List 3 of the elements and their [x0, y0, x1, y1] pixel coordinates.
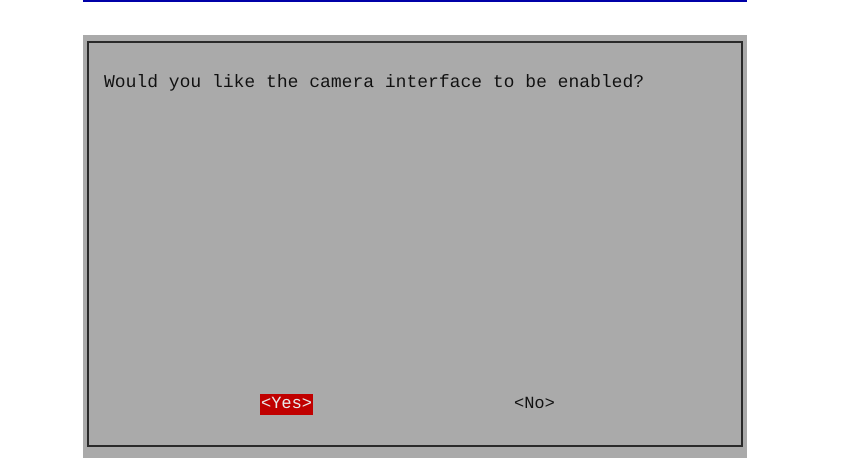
dialog-message: Would you like the camera interface to be enabled?: [104, 73, 646, 93]
dialog-button[interactable]: <No>: [513, 394, 556, 415]
dialog-button[interactable]: <Yes>: [260, 394, 314, 415]
